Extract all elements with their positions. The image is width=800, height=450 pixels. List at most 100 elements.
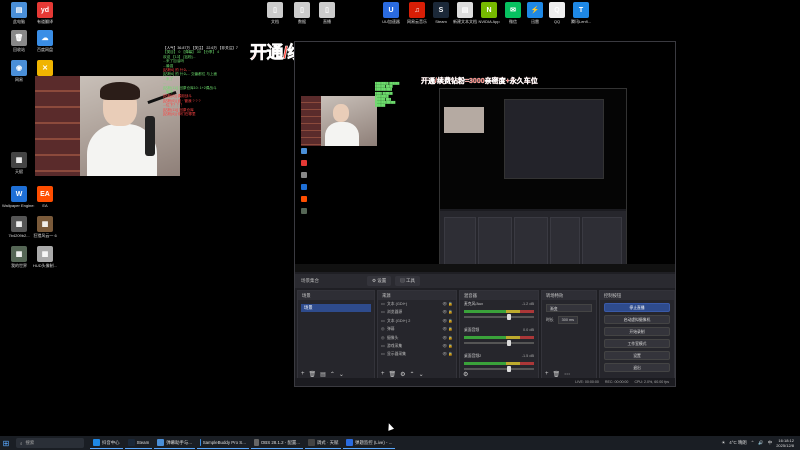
preview-webcam xyxy=(301,96,377,146)
system-tray: ☀ 4°C 晴朗 ⌃ 🔊 中 16:18:12 2025/12/8 xyxy=(721,438,800,448)
lock-icon[interactable]: 🔒 xyxy=(448,319,453,323)
app-icon xyxy=(253,439,259,446)
lock-icon[interactable]: 🔒 xyxy=(448,310,453,314)
desktop-icon-label: 狂猎风云一 6 xyxy=(33,233,57,238)
menu-icon[interactable]: ⋯ xyxy=(564,371,570,378)
taskbar-app[interactable]: OBS 28.1.2 - 配置... xyxy=(250,437,303,449)
add-icon[interactable]: + xyxy=(381,371,385,377)
taskbar-app[interactable]: 弹题监控 (Live) - ... xyxy=(343,437,396,449)
weather-text[interactable]: 4°C 晴朗 xyxy=(729,440,746,446)
trash-icon[interactable]: 🗑 xyxy=(309,371,317,378)
arrow-down-icon[interactable]: ⌄ xyxy=(339,371,344,378)
app-icon xyxy=(346,439,354,446)
mixer-settings-icon[interactable]: ⚙ xyxy=(463,371,468,378)
arrow-down-icon[interactable]: ⌄ xyxy=(419,371,424,378)
eye-icon[interactable]: 👁 xyxy=(442,336,447,340)
slider-handle[interactable] xyxy=(507,314,512,320)
trash-icon[interactable]: 🗑 xyxy=(389,371,397,378)
obs-window[interactable]: 开通/续费钻粉=3000亲密度+永久车位 ████████ ██████ ████… xyxy=(294,41,676,387)
eye-icon[interactable]: 👁 xyxy=(442,327,447,331)
settings-button[interactable]: 设置 xyxy=(604,351,670,360)
volume-icon[interactable]: 🔊 xyxy=(758,440,763,446)
source-item[interactable]: ◎ 弹幕 👁 🔒 xyxy=(378,325,456,333)
taskbar-app[interactable]: SampleBuddy Pro S... xyxy=(196,437,249,449)
steam-icon: S xyxy=(433,2,449,18)
chevron-up-icon[interactable]: ⌃ xyxy=(751,440,755,446)
tab-tools[interactable]: ▤ 工具 xyxy=(395,276,421,286)
duration-input[interactable]: 300 ms xyxy=(557,316,579,324)
volume-meter xyxy=(464,362,534,365)
volume-slider[interactable] xyxy=(464,340,534,346)
clock-date: 2025/12/8 xyxy=(776,443,794,448)
desktop-icon[interactable]: EA EA xyxy=(28,186,62,208)
duration-label: 时长 xyxy=(546,317,554,322)
desktop-icon[interactable]: T 腾讯Lenfl... xyxy=(564,2,598,24)
source-item[interactable]: ◎ 摄像头 👁 🔒 xyxy=(378,334,456,342)
volume-slider[interactable] xyxy=(464,314,534,320)
taskbar-app[interactable]: Steam xyxy=(124,437,153,449)
app-icon xyxy=(199,439,201,446)
desktop-icon[interactable]: ▦ 狂猎风云一 6 xyxy=(28,216,62,238)
source-name: 文本 (GDI+) 2 xyxy=(387,318,411,323)
taskbar-app-label: 弹题监控 (Live) - ... xyxy=(355,439,393,445)
sources-title: 来源 xyxy=(378,291,456,300)
filter-icon[interactable]: ▤ xyxy=(320,371,326,378)
lock-icon[interactable]: 🔒 xyxy=(448,344,453,348)
trash-icon[interactable]: 🗑 xyxy=(553,371,561,378)
desktop-icon[interactable]: yd 有道翻译 xyxy=(28,2,62,24)
windows-start-icon[interactable]: ⊞ xyxy=(0,439,12,448)
slider-handle[interactable] xyxy=(507,340,512,346)
start-recording-button[interactable]: 开始录制 xyxy=(604,327,670,336)
baidu-netdisk-icon: ☁ xyxy=(37,30,53,46)
taskbar-app[interactable]: 弹幕助手与... xyxy=(154,437,195,449)
desktop-icon[interactable]: ☁ 百度网盘 xyxy=(28,30,62,52)
nvidia-icon: N xyxy=(481,2,497,18)
arrow-up-icon[interactable]: ⌃ xyxy=(330,371,335,378)
app-icon: ◉ xyxy=(11,60,27,76)
gear-icon[interactable]: ⚙ xyxy=(400,371,405,378)
taskbar-app[interactable]: 抖音中心 xyxy=(90,437,123,449)
eye-icon[interactable]: 👁 xyxy=(442,352,447,356)
file-icon: ▯ xyxy=(267,2,283,18)
scene-item[interactable]: 场景 xyxy=(301,304,371,312)
source-item[interactable]: ▭ 浏览器源 👁 🔒 xyxy=(378,308,456,316)
add-icon[interactable]: + xyxy=(301,371,305,377)
source-item[interactable]: ▭ 显示器采集 👁 🔒 xyxy=(378,350,456,358)
eye-icon[interactable]: 👁 xyxy=(442,310,447,314)
mouse-cursor-icon xyxy=(385,422,395,431)
lock-icon[interactable]: 🔒 xyxy=(448,302,453,306)
lock-icon[interactable]: 🔒 xyxy=(448,327,453,331)
input-language[interactable]: 中 xyxy=(768,440,772,446)
app-icon: ✕ xyxy=(37,60,53,76)
source-item[interactable]: ▭ 游戏采集 👁 🔒 xyxy=(378,342,456,350)
taskbar-app-label: SampleBuddy Pro S... xyxy=(202,440,246,445)
exit-button[interactable]: 退出 xyxy=(604,363,670,372)
search-box[interactable]: ⌕ 搜索 xyxy=(16,438,84,448)
source-name: 显示器采集 xyxy=(387,352,406,357)
scenes-dock: 场景 场景 + 🗑 ▤ ⌃ ⌄ xyxy=(297,290,375,380)
start-virtual-camera-button[interactable]: 启动虚拟摄像机 xyxy=(604,315,670,324)
qq-icon: Q xyxy=(549,2,565,18)
desktop-icon[interactable]: ▯ 直播 xyxy=(310,2,344,24)
obs-preview[interactable]: 开通/续费钻粉=3000亲密度+永久车位 ████████ ██████ ████… xyxy=(295,42,675,272)
desktop-icon[interactable]: ▦ 天赋 xyxy=(2,152,36,174)
lock-icon[interactable]: 🔒 xyxy=(448,336,453,340)
tab-settings[interactable]: ⚙ 设置 xyxy=(367,276,392,286)
channel-db: 0.0 dB xyxy=(523,328,534,332)
live-time: LIVE: 00:00:00 xyxy=(575,380,599,384)
lock-icon[interactable]: 🔒 xyxy=(448,352,453,356)
transition-select[interactable]: 渐变 xyxy=(546,304,592,312)
clock[interactable]: 16:18:12 2025/12/8 xyxy=(776,438,794,448)
taskbar-app[interactable]: 调式 · 天赋 xyxy=(304,437,342,449)
studio-mode-button[interactable]: 工作室模式 xyxy=(604,339,670,348)
source-item[interactable]: ▭ 文本 (GDI+) 👁 🔒 xyxy=(378,300,456,308)
eye-icon[interactable]: 👁 xyxy=(442,344,447,348)
source-item[interactable]: ▭ 文本 (GDI+) 2 👁 🔒 xyxy=(378,317,456,325)
desktop-icon[interactable]: ▦ HUD头像制... xyxy=(28,246,62,268)
add-icon[interactable]: + xyxy=(545,371,549,377)
taskbar: ⊞ ⌕ 搜索 抖音中心 Steam 弹幕助手与... SampleBuddy Pro … xyxy=(0,436,800,450)
arrow-up-icon[interactable]: ⌃ xyxy=(410,371,415,378)
eye-icon[interactable]: 👁 xyxy=(442,302,447,306)
eye-icon[interactable]: 👁 xyxy=(442,319,447,323)
stop-streaming-button[interactable]: 停止直播 xyxy=(604,303,670,312)
